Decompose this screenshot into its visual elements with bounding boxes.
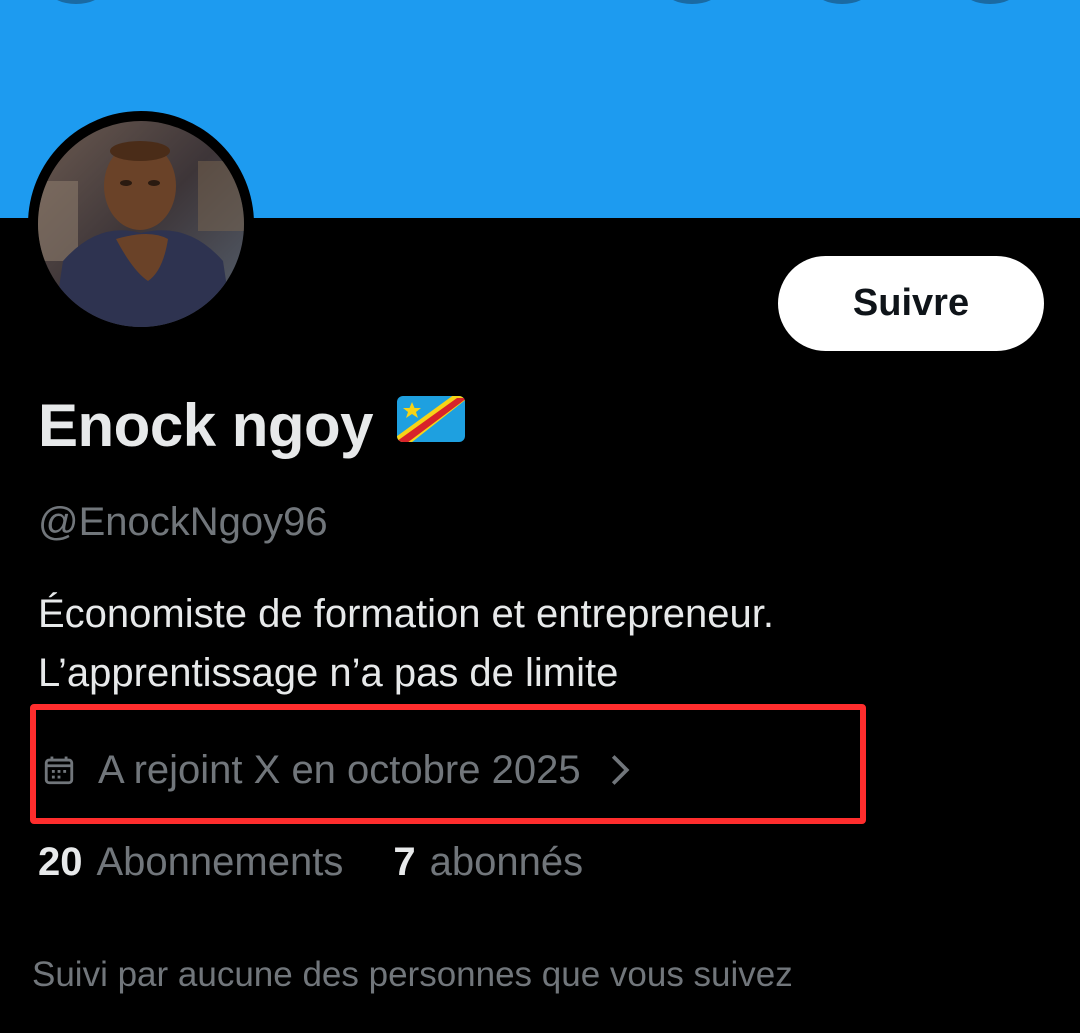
top-bar-icon[interactable]: [666, 0, 718, 4]
followers-count: 7: [393, 840, 416, 884]
chevron-right-icon: [609, 753, 631, 787]
bio: Économiste de formation et entrepreneur.…: [38, 585, 1038, 703]
bio-line: L’apprentissage n’a pas de limite: [38, 651, 619, 695]
following-link[interactable]: 20 Abonnements: [38, 840, 343, 885]
joined-text: A rejoint X en octobre 2025: [98, 747, 581, 792]
following-count: 20: [38, 840, 83, 884]
follow-button[interactable]: Suivre: [778, 256, 1044, 351]
bio-line: Économiste de formation et entrepreneur.: [38, 592, 774, 636]
top-bar-icon[interactable]: [816, 0, 868, 4]
top-bar-icon[interactable]: [50, 0, 102, 4]
profile-photo-avatar: [38, 121, 244, 327]
calendar-icon: [42, 753, 76, 787]
follow-stats: 20 Abonnements 7 abonnés: [38, 835, 583, 890]
joined-date-row[interactable]: A rejoint X en octobre 2025: [42, 740, 631, 800]
followers-link[interactable]: 7 abonnés: [393, 840, 583, 885]
followed-by-text: Suivi par aucune des personnes que vous …: [32, 955, 793, 994]
display-name: Enock ngoy: [38, 390, 467, 460]
avatar[interactable]: [28, 111, 254, 337]
dr-congo-flag-icon: [395, 390, 467, 460]
following-label: Abonnements: [96, 840, 344, 884]
display-name-text: Enock ngoy: [38, 391, 374, 459]
followers-label: abonnés: [429, 840, 584, 884]
user-handle: @EnockNgoy96: [38, 500, 328, 544]
top-bar-icon[interactable]: [964, 0, 1016, 4]
